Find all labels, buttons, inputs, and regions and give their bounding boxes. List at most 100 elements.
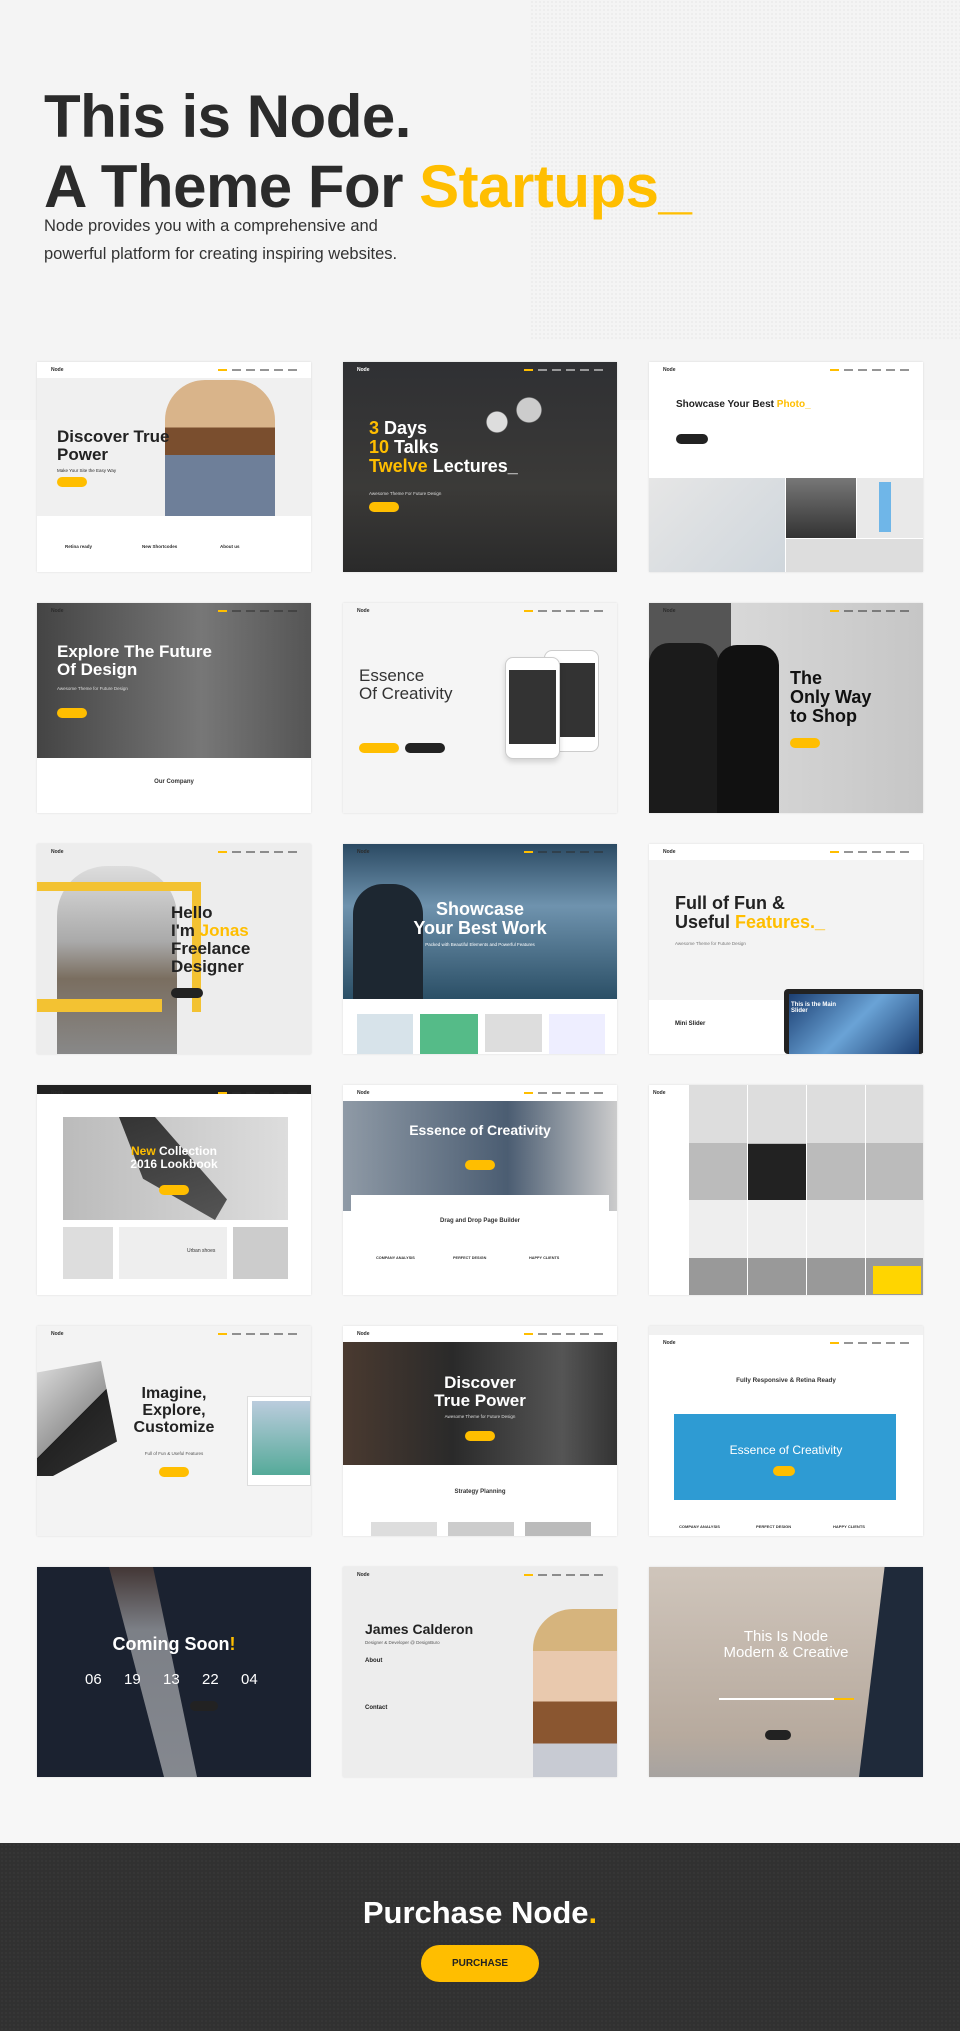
demo-menu: [524, 369, 603, 371]
demo-navbar: Node: [649, 1085, 689, 1101]
demo-label: HAPPY CLIENTS: [833, 1524, 865, 1529]
demo-label: Contact: [365, 1705, 388, 1711]
demo-logo: Node: [663, 608, 676, 614]
demo-menu: [830, 610, 909, 612]
demo-headline: Essence of Creativity: [343, 1123, 617, 1138]
demo-thumbnail[interactable]: Node Imagine, Explore, Customize Full of Fun…: [37, 1326, 311, 1536]
demo-label: PERFECT DESIGN: [453, 1256, 487, 1260]
demo-navbar: Node: [343, 1567, 617, 1583]
demo-thumbnail[interactable]: Node Essence of Creativity Fully Responsiv…: [649, 1326, 923, 1536]
headline-text: Discover: [444, 1373, 516, 1392]
headline-line: Useful Features._: [675, 911, 826, 932]
demo-logo: Node: [51, 608, 64, 614]
headline-text: Customize: [133, 1418, 215, 1436]
headline-line: James Calderon: [365, 1622, 473, 1637]
headline-line: Your Best Work: [343, 918, 617, 938]
demo-subtitle: Awesome Theme for Future Design: [675, 941, 746, 946]
demo-headline: New Collection 2016 Lookbook: [37, 1145, 311, 1170]
demo-image: [420, 1014, 478, 1054]
demo-menu: [218, 610, 297, 612]
hero-section: This is Node. A Theme For Startups_ Node…: [0, 0, 960, 420]
headline-text: Of Design: [57, 659, 138, 679]
purchase-button[interactable]: PURCHASE: [421, 1945, 539, 1982]
demo-image: [689, 1085, 923, 1295]
demo-thumbnail[interactable]: Node: [649, 1085, 923, 1295]
demo-image: [549, 1014, 605, 1054]
demo-thumbnail[interactable]: Node Discover True Power Awesome Theme for …: [343, 1326, 617, 1536]
demo-logo: Node: [357, 608, 370, 614]
headline-line: Full of Fun &: [675, 894, 825, 913]
demo-logo: Node: [663, 1340, 676, 1346]
demo-thumbnail[interactable]: Node Essence Of Creativity: [343, 603, 617, 813]
demo-logo: Node: [653, 1090, 666, 1096]
demo-image: [784, 989, 923, 1054]
demo-menu: [830, 851, 909, 853]
demo-label: Fully Responsive & Retina Ready: [736, 1377, 836, 1384]
headline-line: Essence of Creativity: [649, 1444, 923, 1457]
demo-thumbnail[interactable]: Node James Calderon Designer & Developer @…: [343, 1567, 617, 1777]
demo-thumbnail[interactable]: Coming Soon! 06 19 13 22 04: [37, 1567, 311, 1777]
demo-headline: 3 Days 10 Talks Twelve Lectures_: [369, 419, 518, 476]
demo-thumbnail[interactable]: Node 3 Days 10 Talks Twelve Lectures_ Awesom…: [343, 362, 617, 572]
demo-label: PERFECT DESIGN: [756, 1524, 792, 1529]
demo-image: [873, 1266, 921, 1294]
demo-image: [649, 1326, 923, 1335]
headline-accent: 3: [369, 418, 385, 438]
headline-line: Showcase: [343, 900, 617, 919]
demo-label: COMPANY ANALYSIS: [679, 1524, 720, 1529]
demo-image: [165, 380, 275, 516]
demo-logo: Node: [51, 1331, 64, 1337]
demo-thumbnail[interactable]: Node Explore The Future Of Design Awesome T…: [37, 603, 311, 813]
demo-thumbnail[interactable]: This Is Node Modern & Creative: [649, 1567, 923, 1777]
demo-menu: [218, 851, 297, 853]
demo-logo: Node: [357, 849, 370, 855]
demo-thumbnail[interactable]: Node Showcase Your Best Work Packed with Be…: [343, 844, 617, 1054]
headline-line: Discover: [343, 1374, 617, 1392]
headline-accent: Jonas: [199, 920, 249, 940]
demo-thumbnail[interactable]: Node Hello I'm Jonas Freelance Designer: [37, 844, 311, 1054]
headline-line: Coming Soon!: [37, 1635, 311, 1654]
countdown-value: 22: [202, 1671, 219, 1688]
demo-navbar: Node: [37, 362, 311, 378]
demo-thumbnail[interactable]: Node Showcase Your Best Photo_: [649, 362, 923, 572]
headline-line: I'm Jonas: [171, 920, 250, 940]
purchase-title-text: Purchase Node: [362, 1895, 589, 1930]
demo-thumbnail[interactable]: Node Discover True Power Make Your Site the…: [37, 362, 311, 572]
demo-headline: Full of Fun & Useful Features._: [675, 894, 825, 932]
demo-headline: Essence of Creativity: [649, 1444, 923, 1457]
demo-image: [485, 1014, 542, 1052]
hero-description: Node provides you with a comprehensive a…: [44, 217, 398, 263]
demo-thumbnail[interactable]: Node New Collection 2016 Lookbook Urban sho…: [37, 1085, 311, 1295]
demo-image: [674, 1414, 896, 1500]
demo-subtitle: Awesome Theme for Future Design: [57, 686, 128, 691]
demo-image: [786, 539, 923, 572]
headline-accent: Features._: [735, 911, 826, 932]
demo-navbar: Node: [37, 1085, 311, 1101]
demo-thumbnail[interactable]: Node Full of Fun & Useful Features._ Awesom…: [649, 844, 923, 1054]
demo-menu: [830, 369, 909, 371]
demo-logo: Node: [357, 1331, 370, 1337]
demo-image: [505, 657, 560, 759]
countdown-value: 19: [124, 1671, 141, 1688]
headline-line: The: [790, 669, 871, 688]
demo-headline: This Is Node Modern & Creative: [649, 1629, 923, 1661]
hero-cursor: _: [658, 153, 692, 220]
demo-image: [351, 1195, 609, 1295]
demo-navbar: Node: [343, 1326, 617, 1342]
demo-image: [786, 478, 856, 538]
demo-navbar: Node: [649, 1335, 923, 1351]
demo-headline: Discover True Power: [57, 428, 169, 464]
headline-line: Of Creativity: [359, 684, 453, 703]
demo-image: [357, 1014, 413, 1054]
demo-thumbnail[interactable]: Node Essence of Creativity Drag and Drop P…: [343, 1085, 617, 1295]
headline-text: Hello: [171, 903, 213, 922]
demo-thumbnail[interactable]: Node The Only Way to Shop: [649, 603, 923, 813]
headline-text: Showcase: [435, 899, 525, 919]
demo-cta-button: [159, 1467, 189, 1477]
demo-cta-button: [171, 988, 203, 998]
demo-logo: Node: [51, 849, 64, 855]
demo-menu: [524, 1333, 603, 1335]
countdown-value: 04: [241, 1671, 258, 1688]
demo-logo: Node: [357, 1572, 370, 1578]
demo-image: [405, 743, 445, 753]
